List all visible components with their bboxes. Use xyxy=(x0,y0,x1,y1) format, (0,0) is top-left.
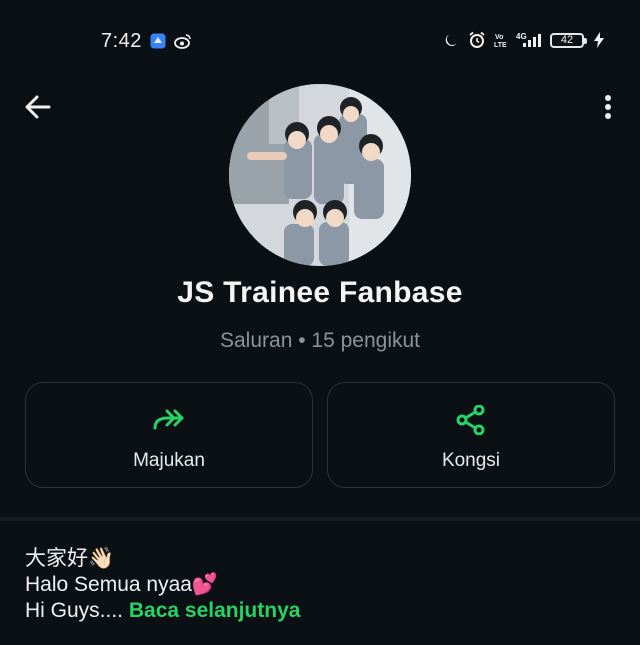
weibo-icon xyxy=(174,33,191,49)
forward-label: Majukan xyxy=(133,450,205,471)
share-icon xyxy=(456,405,486,435)
shield-app-icon xyxy=(150,33,166,49)
charging-icon xyxy=(594,32,604,48)
status-icons: Vo LTE 4G 42 xyxy=(444,31,604,49)
moon-icon xyxy=(444,32,460,48)
4g-signal-icon: 4G xyxy=(516,31,542,49)
channel-name: JS Trainee Fanbase xyxy=(177,276,463,309)
status-time: 7:42 xyxy=(101,30,142,52)
arrow-left-icon xyxy=(25,95,51,119)
forward-button[interactable]: Majukan xyxy=(25,382,313,488)
description-line-3-text: Hi Guys.... xyxy=(25,599,129,622)
more-options-button[interactable] xyxy=(596,91,620,123)
channel-description: 大家好👋🏻 Halo Semua nyaa💕 Hi Guys.... Baca … xyxy=(25,546,300,624)
description-line-1: 大家好👋🏻 xyxy=(25,547,115,570)
description-line-2: Halo Semua nyaa💕 xyxy=(25,573,219,596)
share-button[interactable]: Kongsi xyxy=(327,382,615,488)
alarm-icon xyxy=(468,31,486,49)
channel-avatar[interactable] xyxy=(229,84,411,266)
description-line-3: Hi Guys.... Baca selanjutnya xyxy=(25,598,300,624)
battery-indicator: 42 xyxy=(550,32,587,48)
svg-text:Vo: Vo xyxy=(495,34,503,41)
svg-text:LTE: LTE xyxy=(494,42,507,49)
more-vertical-icon xyxy=(605,95,611,119)
volte-icon: Vo LTE xyxy=(494,31,508,49)
channel-avatar-image xyxy=(229,84,411,266)
back-button[interactable] xyxy=(22,91,54,123)
share-label: Kongsi xyxy=(441,450,501,471)
read-more-link[interactable]: Baca selanjutnya xyxy=(129,599,301,622)
svg-text:4G: 4G xyxy=(516,32,527,41)
channel-info-screen: 7:42 Vo LTE 4G 42 JS Trainee Fanbase Sal… xyxy=(0,0,640,645)
status-bar: 7:42 Vo LTE 4G 42 xyxy=(0,0,640,66)
forward-icon xyxy=(152,405,186,435)
section-divider xyxy=(0,517,640,521)
channel-meta: Saluran • 15 pengikut xyxy=(220,329,420,352)
